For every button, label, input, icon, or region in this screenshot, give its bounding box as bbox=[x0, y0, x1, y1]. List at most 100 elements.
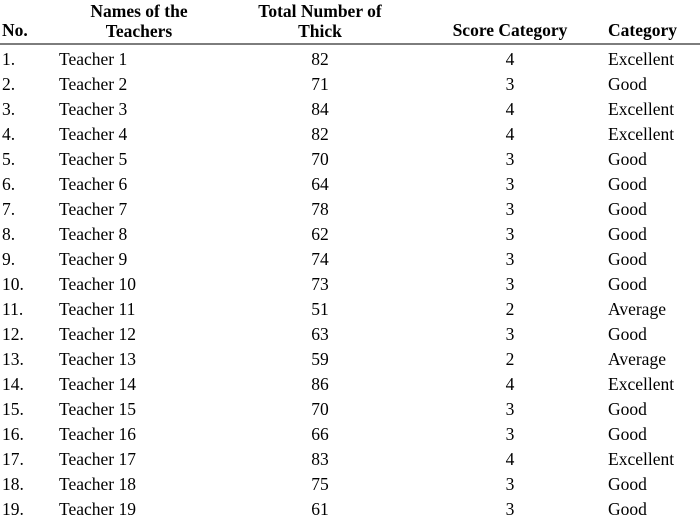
table-row: 6. Teacher 6 64 3 Good bbox=[0, 172, 700, 197]
cell-score-category: 3 bbox=[505, 199, 515, 219]
cell-teacher-name: Teacher 3 bbox=[59, 99, 128, 119]
cell-no: 10. bbox=[2, 274, 24, 294]
cell-total-number-of-thick: 78 bbox=[311, 199, 329, 219]
header-cell-category: Category bbox=[600, 0, 700, 45]
cell-score-category: 3 bbox=[505, 324, 515, 344]
cell-no: 16. bbox=[2, 424, 24, 444]
table-root: No. Names of the Teachers Total Number o… bbox=[0, 0, 700, 519]
cell-total-number-of-thick: 70 bbox=[311, 149, 329, 169]
table-row: 15. Teacher 15 70 3 Good bbox=[0, 397, 700, 422]
table-row: 8. Teacher 8 62 3 Good bbox=[0, 222, 700, 247]
cell-score-category: 4 bbox=[505, 49, 515, 69]
header-cell-score-category: Score Category bbox=[420, 0, 600, 45]
cell-no: 6. bbox=[2, 174, 16, 194]
cell-category: Good bbox=[608, 74, 647, 94]
cell-teacher-name: Teacher 19 bbox=[59, 499, 136, 519]
cell-score-category: 2 bbox=[505, 349, 515, 369]
header-label-names-line2: Teachers bbox=[105, 21, 173, 41]
cell-no: 7. bbox=[2, 199, 16, 219]
table-row: 18. Teacher 18 75 3 Good bbox=[0, 472, 700, 497]
table-row: 16. Teacher 16 66 3 Good bbox=[0, 422, 700, 447]
header-label-score-line1: Score Category bbox=[452, 20, 568, 40]
cell-total-number-of-thick: 84 bbox=[311, 99, 329, 119]
table-row: 7. Teacher 7 78 3 Good bbox=[0, 197, 700, 222]
cell-category: Average bbox=[608, 349, 666, 369]
table-row: 11. Teacher 11 51 2 Average bbox=[0, 297, 700, 322]
cell-total-number-of-thick: 83 bbox=[311, 449, 329, 469]
cell-teacher-name: Teacher 1 bbox=[59, 49, 128, 69]
cell-score-category: 3 bbox=[505, 149, 515, 169]
cell-total-number-of-thick: 59 bbox=[311, 349, 329, 369]
cell-score-category: 4 bbox=[505, 374, 515, 394]
cell-category: Good bbox=[608, 174, 647, 194]
cell-no: 11. bbox=[2, 299, 24, 319]
table-row: 10. Teacher 10 73 3 Good bbox=[0, 272, 700, 297]
table-row: 3. Teacher 3 84 4 Excellent bbox=[0, 97, 700, 122]
cell-score-category: 2 bbox=[505, 299, 515, 319]
cell-teacher-name: Teacher 11 bbox=[59, 299, 136, 319]
cell-no: 4. bbox=[2, 124, 16, 144]
cell-score-category: 4 bbox=[505, 99, 515, 119]
cell-score-category: 4 bbox=[505, 449, 515, 469]
cell-total-number-of-thick: 51 bbox=[311, 299, 329, 319]
cell-teacher-name: Teacher 9 bbox=[59, 249, 128, 269]
cell-score-category: 3 bbox=[505, 174, 515, 194]
cell-teacher-name: Teacher 4 bbox=[59, 124, 128, 144]
cell-teacher-name: Teacher 2 bbox=[59, 74, 128, 94]
cell-total-number-of-thick: 86 bbox=[311, 374, 329, 394]
cell-teacher-name: Teacher 18 bbox=[59, 474, 136, 494]
table-row: 12. Teacher 12 63 3 Good bbox=[0, 322, 700, 347]
cell-no: 12. bbox=[2, 324, 24, 344]
cell-no: 5. bbox=[2, 149, 16, 169]
cell-score-category: 3 bbox=[505, 224, 515, 244]
header-label-names-line1: Names of the bbox=[90, 1, 188, 21]
cell-score-category: 4 bbox=[505, 124, 515, 144]
cell-total-number-of-thick: 75 bbox=[311, 474, 329, 494]
cell-category: Good bbox=[608, 474, 647, 494]
cell-no: 9. bbox=[2, 249, 16, 269]
table-row: 2. Teacher 2 71 3 Good bbox=[0, 72, 700, 97]
cell-score-category: 3 bbox=[505, 399, 515, 419]
header-label-category-line1: Category bbox=[608, 20, 678, 40]
cell-category: Good bbox=[608, 274, 647, 294]
header-cell-total-number-of-thick: Total Number of Thick bbox=[220, 0, 420, 45]
cell-category: Excellent bbox=[608, 99, 675, 119]
cell-no: 1. bbox=[2, 49, 16, 69]
cell-teacher-name: Teacher 8 bbox=[59, 224, 128, 244]
cell-score-category: 3 bbox=[505, 474, 515, 494]
cell-total-number-of-thick: 64 bbox=[311, 174, 329, 194]
cell-teacher-name: Teacher 17 bbox=[59, 449, 136, 469]
cell-total-number-of-thick: 70 bbox=[311, 399, 329, 419]
cell-category: Good bbox=[608, 499, 647, 519]
cell-total-number-of-thick: 66 bbox=[311, 424, 329, 444]
cell-teacher-name: Teacher 16 bbox=[59, 424, 136, 444]
table-row: 9. Teacher 9 74 3 Good bbox=[0, 247, 700, 272]
cell-no: 2. bbox=[2, 74, 16, 94]
table-row: 5. Teacher 5 70 3 Good bbox=[0, 147, 700, 172]
cell-total-number-of-thick: 73 bbox=[311, 274, 329, 294]
cell-total-number-of-thick: 62 bbox=[311, 224, 329, 244]
cell-no: 19. bbox=[2, 499, 24, 519]
cell-category: Good bbox=[608, 324, 647, 344]
cell-teacher-name: Teacher 13 bbox=[59, 349, 136, 369]
cell-no: 13. bbox=[2, 349, 24, 369]
cell-category: Good bbox=[608, 149, 647, 169]
header-label-total-line2: Thick bbox=[298, 21, 342, 41]
header-label-total-line1: Total Number of bbox=[258, 1, 382, 21]
cell-score-category: 3 bbox=[505, 424, 515, 444]
table-header-row: No. Names of the Teachers Total Number o… bbox=[0, 0, 700, 45]
table-row: 17. Teacher 17 83 4 Excellent bbox=[0, 447, 700, 472]
cell-category: Good bbox=[608, 424, 647, 444]
cell-no: 8. bbox=[2, 224, 16, 244]
table-row: 1. Teacher 1 82 4 Excellent bbox=[0, 44, 700, 72]
cell-teacher-name: Teacher 7 bbox=[59, 199, 128, 219]
cell-teacher-name: Teacher 15 bbox=[59, 399, 136, 419]
table-row: 19. Teacher 19 61 3 Good bbox=[0, 497, 700, 522]
cell-no: 15. bbox=[2, 399, 24, 419]
cell-total-number-of-thick: 82 bbox=[311, 49, 329, 69]
header-label-no-line1: No. bbox=[2, 20, 28, 40]
cell-category: Good bbox=[608, 199, 647, 219]
table-row: 13. Teacher 13 59 2 Average bbox=[0, 347, 700, 372]
cell-category: Excellent bbox=[608, 374, 675, 394]
cell-no: 3. bbox=[2, 99, 16, 119]
